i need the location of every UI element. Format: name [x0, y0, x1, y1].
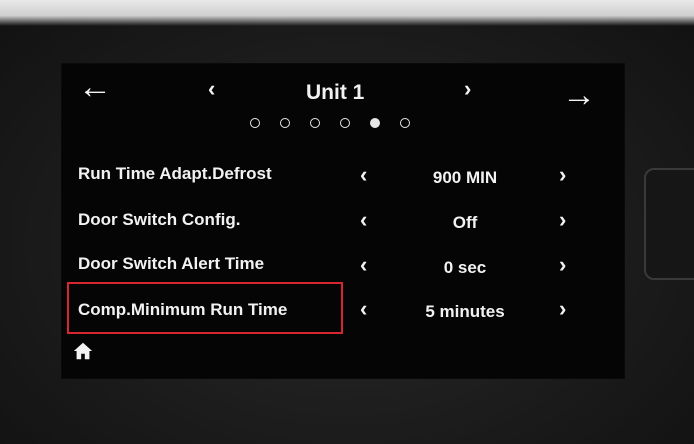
- page-indicator: [250, 118, 410, 128]
- highlight-box: [67, 282, 343, 334]
- increase-chevron-icon[interactable]: ›: [559, 209, 566, 231]
- home-icon[interactable]: [72, 340, 94, 362]
- next-unit-chevron-icon[interactable]: ›: [464, 78, 471, 100]
- increase-chevron-icon[interactable]: ›: [559, 164, 566, 186]
- decrease-chevron-icon[interactable]: ‹: [360, 254, 367, 276]
- top-glare: [0, 0, 694, 26]
- decrease-chevron-icon[interactable]: ‹: [360, 164, 367, 186]
- back-arrow-icon[interactable]: ←: [78, 70, 112, 104]
- setting-label-door-switch-config: Door Switch Config.: [78, 210, 241, 229]
- page-dot-active[interactable]: [370, 118, 380, 128]
- page-title: Unit 1: [306, 81, 365, 104]
- decrease-chevron-icon[interactable]: ‹: [360, 209, 367, 231]
- setting-label-run-time-adapt-defrost: Run Time Adapt.Defrost: [78, 164, 272, 183]
- increase-chevron-icon[interactable]: ›: [559, 254, 566, 276]
- setting-value-comp-minimum-run-time: 5 minutes: [425, 302, 505, 321]
- prev-unit-chevron-icon[interactable]: ‹: [208, 78, 215, 100]
- increase-chevron-icon[interactable]: ›: [559, 298, 566, 320]
- decrease-chevron-icon[interactable]: ‹: [360, 298, 367, 320]
- page-dot[interactable]: [250, 118, 260, 128]
- page-dot[interactable]: [400, 118, 410, 128]
- page-dot[interactable]: [280, 118, 290, 128]
- forward-arrow-icon[interactable]: →: [562, 78, 596, 112]
- setting-value-run-time-adapt-defrost: 900 MIN: [432, 168, 498, 187]
- setting-value-door-switch-config: Off: [452, 213, 478, 232]
- setting-value-door-switch-alert-time: 0 sec: [443, 258, 487, 277]
- page-dot[interactable]: [340, 118, 350, 128]
- side-hardware-button[interactable]: [644, 168, 694, 280]
- setting-label-door-switch-alert-time: Door Switch Alert Time: [78, 254, 265, 273]
- page-dot[interactable]: [310, 118, 320, 128]
